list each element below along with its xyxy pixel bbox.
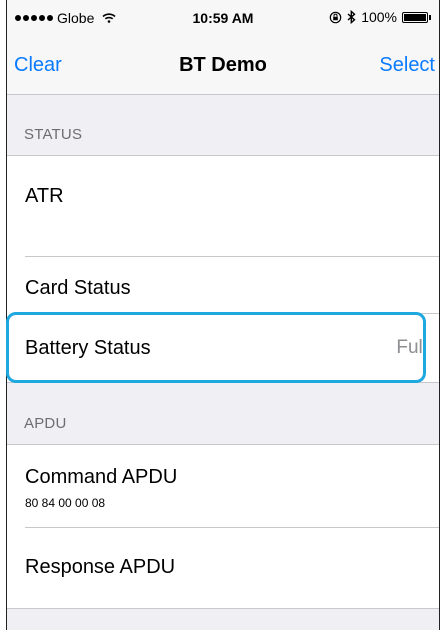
- battery-status-label: Battery Status: [25, 337, 151, 359]
- atr-label: ATR: [25, 185, 64, 207]
- command-apdu-value: 80 84 00 00 08: [25, 496, 106, 510]
- section-header-status: STATUS: [7, 95, 439, 155]
- page-title: BT Demo: [179, 54, 267, 76]
- battery-percent: 100%: [361, 9, 397, 25]
- status-bar: Globe 10:59 AM 100%: [7, 0, 439, 36]
- atr-cell[interactable]: ATR: [7, 156, 439, 257]
- battery-status-value: Full: [396, 337, 427, 358]
- section-header-status-label: STATUS: [24, 126, 83, 143]
- apdu-group: Command APDU 80 84 00 00 08 Response APD…: [7, 444, 439, 609]
- battery-status-cell[interactable]: Battery Status Full: [7, 314, 439, 382]
- card-status-label: Card Status: [25, 277, 131, 299]
- bluetooth-icon: [347, 10, 356, 24]
- rotation-lock-icon: [329, 11, 342, 23]
- battery-icon: [402, 11, 428, 23]
- status-group: ATR Card Status Battery Status Full: [7, 155, 439, 383]
- command-apdu-label: Command APDU: [25, 466, 178, 488]
- battery-tip: [429, 14, 431, 20]
- status-right-area: 100%: [329, 9, 431, 25]
- response-apdu-label: Response APDU: [25, 556, 176, 578]
- command-apdu-cell[interactable]: Command APDU 80 84 00 00 08: [7, 445, 439, 528]
- section-header-apdu-label: APDU: [24, 415, 67, 432]
- card-status-cell[interactable]: Card Status: [7, 257, 439, 314]
- section-header-apdu: APDU: [7, 384, 439, 444]
- navigation-bar: Clear BT Demo Select: [7, 36, 439, 95]
- phone-screen: Globe 10:59 AM 100% Clear BT Demo Select…: [6, 0, 440, 630]
- response-apdu-cell[interactable]: Response APDU: [7, 528, 439, 608]
- clear-button[interactable]: Clear: [14, 54, 62, 77]
- select-button[interactable]: Select: [379, 54, 435, 77]
